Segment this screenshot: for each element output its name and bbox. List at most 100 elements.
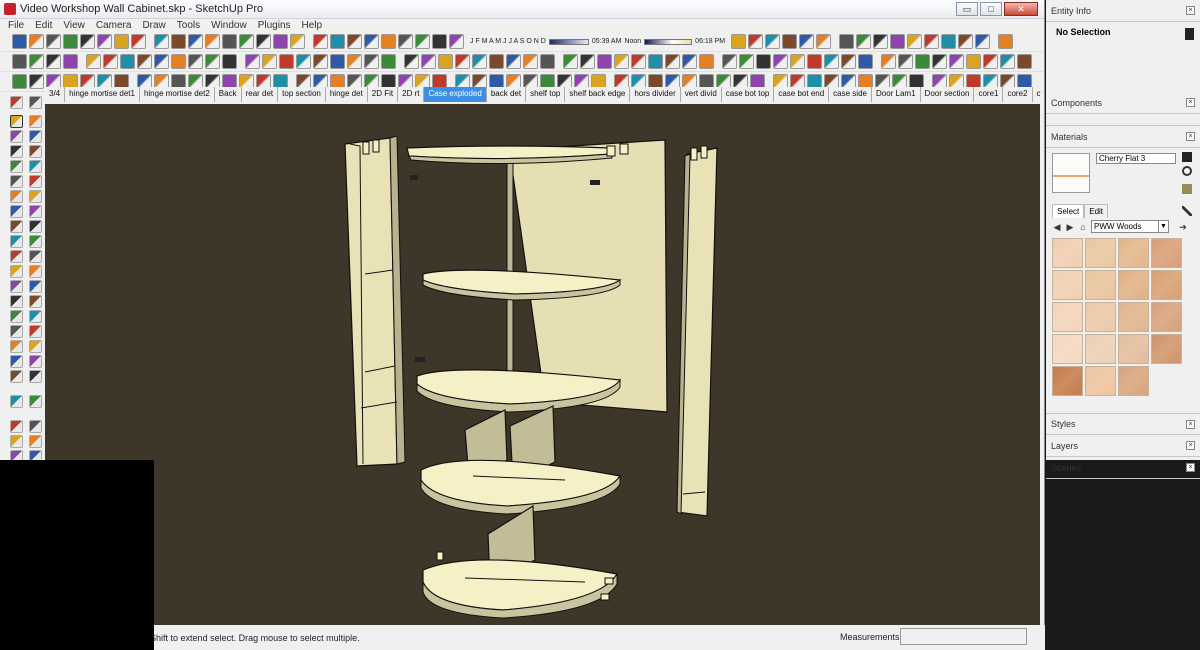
toolbar-tool-icon[interactable] (29, 34, 44, 49)
toolbar-tool-icon[interactable] (279, 54, 294, 69)
draw-tool-icon[interactable] (10, 96, 23, 109)
toolbar-tool-icon[interactable] (907, 34, 923, 49)
draw-tool-icon[interactable] (29, 340, 42, 353)
materials-header[interactable]: Materials × (1046, 126, 1200, 148)
toolbar-tool-icon[interactable] (438, 54, 453, 69)
toolbar-tool-icon[interactable] (421, 54, 436, 69)
draw-tool-icon[interactable] (29, 295, 42, 308)
draw-tool-icon[interactable] (10, 130, 23, 143)
layers-header[interactable]: Layers × (1046, 435, 1200, 457)
toolbar-tool-icon[interactable] (841, 54, 856, 69)
scene-tab[interactable]: core1 (974, 87, 1004, 102)
scene-tab[interactable]: 2D Fit (368, 87, 399, 102)
draw-tool-icon[interactable] (10, 370, 23, 383)
tab-select[interactable]: Select (1052, 204, 1085, 218)
toolbar-tool-icon[interactable] (856, 34, 872, 49)
toolbar-tool-icon[interactable] (432, 34, 447, 49)
toolbar-tool-icon[interactable] (262, 54, 277, 69)
date-slider[interactable] (548, 38, 589, 45)
material-swatch[interactable] (1052, 366, 1083, 396)
draw-tool-icon[interactable] (10, 325, 23, 338)
toolbar-tool-icon[interactable] (563, 54, 578, 69)
toolbar-tool-icon[interactable] (239, 34, 254, 49)
toolbar-tool-icon[interactable] (381, 54, 396, 69)
toolbar-tool-icon[interactable] (222, 34, 237, 49)
scene-tab[interactable]: 2D rt (398, 87, 425, 102)
toolbar-tool-icon[interactable] (449, 34, 464, 49)
entity-info-header[interactable]: Entity Info × (1046, 0, 1200, 22)
toolbar-tool-icon[interactable] (29, 74, 44, 89)
toolbar-tool-icon[interactable] (756, 54, 771, 69)
draw-tool-icon[interactable] (29, 130, 42, 143)
toolbar-tool-icon[interactable] (137, 54, 152, 69)
toolbar-tool-icon[interactable] (114, 34, 129, 49)
toolbar-tool-icon[interactable] (313, 34, 328, 49)
styles-header[interactable]: Styles × (1046, 413, 1200, 435)
scene-tab[interactable]: core3 (1033, 87, 1041, 102)
scene-tab[interactable]: case bot end (774, 87, 830, 102)
draw-tool-icon[interactable] (29, 280, 42, 293)
toolbar-tool-icon[interactable] (614, 54, 629, 69)
draw-tool-icon[interactable] (29, 265, 42, 278)
toolbar-tool-icon[interactable] (739, 54, 754, 69)
toolbar-tool-icon[interactable] (489, 54, 504, 69)
toolbar-tool-icon[interactable] (330, 34, 345, 49)
scene-tab[interactable]: shelf top (526, 87, 566, 102)
back-arrow-icon[interactable]: ◀ (1052, 222, 1062, 232)
toolbar-tool-icon[interactable] (256, 34, 271, 49)
toolbar-tool-icon[interactable] (873, 34, 889, 49)
toolbar-tool-icon[interactable] (154, 54, 169, 69)
material-swatch[interactable] (1085, 270, 1116, 300)
close-panel-icon[interactable]: × (1186, 420, 1195, 429)
scene-tab[interactable]: hinge mortise det2 (140, 87, 215, 102)
draw-tool-icon[interactable] (29, 250, 42, 263)
left-case-side[interactable] (344, 137, 398, 467)
toolbar-tool-icon[interactable] (799, 34, 815, 49)
material-swatch[interactable] (1151, 302, 1182, 332)
toolbar-tool-icon[interactable] (816, 34, 832, 49)
scene-tab[interactable]: core2 (1003, 87, 1033, 102)
material-swatch[interactable] (1118, 270, 1149, 300)
toolbar-tool-icon[interactable] (523, 54, 538, 69)
toolbar-tool-icon[interactable] (597, 54, 612, 69)
toolbar-tool-icon[interactable] (46, 34, 61, 49)
scene-tab[interactable]: Back (215, 87, 242, 102)
toolbar-tool-icon[interactable] (782, 34, 798, 49)
toolbar-tool-icon[interactable] (773, 54, 788, 69)
draw-tool-icon[interactable] (29, 370, 42, 383)
toolbar-tool-icon[interactable] (506, 54, 521, 69)
scene-tab[interactable]: case bot top (722, 87, 775, 102)
draw-tool-icon[interactable] (29, 190, 42, 203)
tab-edit[interactable]: Edit (1084, 204, 1109, 218)
toolbar-tool-icon[interactable] (699, 54, 714, 69)
draw-tool-icon[interactable] (10, 340, 23, 353)
menu-file[interactable]: File (8, 20, 24, 31)
draw-tool-icon[interactable] (29, 115, 42, 128)
material-swatch[interactable] (1052, 270, 1083, 300)
toolbar-tool-icon[interactable] (347, 54, 362, 69)
menu-window[interactable]: Window (211, 20, 247, 31)
scene-tab[interactable]: hinge det (326, 87, 368, 102)
toolbar-tool-icon[interactable] (245, 54, 260, 69)
toolbar-tool-icon[interactable] (731, 34, 747, 49)
material-swatch[interactable] (1118, 238, 1149, 268)
material-swatch[interactable] (1052, 302, 1083, 332)
toolbar-tool-icon[interactable] (63, 54, 78, 69)
toolbar-tool-icon[interactable] (364, 54, 379, 69)
toolbar-tool-icon[interactable] (949, 54, 964, 69)
scene-tab[interactable]: back det (487, 87, 527, 102)
toolbar-tool-icon[interactable] (958, 34, 974, 49)
toolbar-tool-icon[interactable] (924, 34, 940, 49)
toolbar-tool-icon[interactable] (983, 54, 998, 69)
scenes-header[interactable]: Scenes × (1046, 457, 1200, 479)
menu-help[interactable]: Help (302, 20, 323, 31)
toolbar-tool-icon[interactable] (97, 34, 112, 49)
toolbar-tool-icon[interactable] (347, 34, 362, 49)
draw-tool-icon[interactable] (10, 250, 23, 263)
toolbar-tool-icon[interactable] (120, 54, 135, 69)
toolbar-tool-icon[interactable] (665, 54, 680, 69)
material-swatch[interactable] (1151, 334, 1182, 364)
draw-tool-icon[interactable] (10, 235, 23, 248)
toolbar-tool-icon[interactable] (330, 54, 345, 69)
toolbar-tool-icon[interactable] (932, 54, 947, 69)
